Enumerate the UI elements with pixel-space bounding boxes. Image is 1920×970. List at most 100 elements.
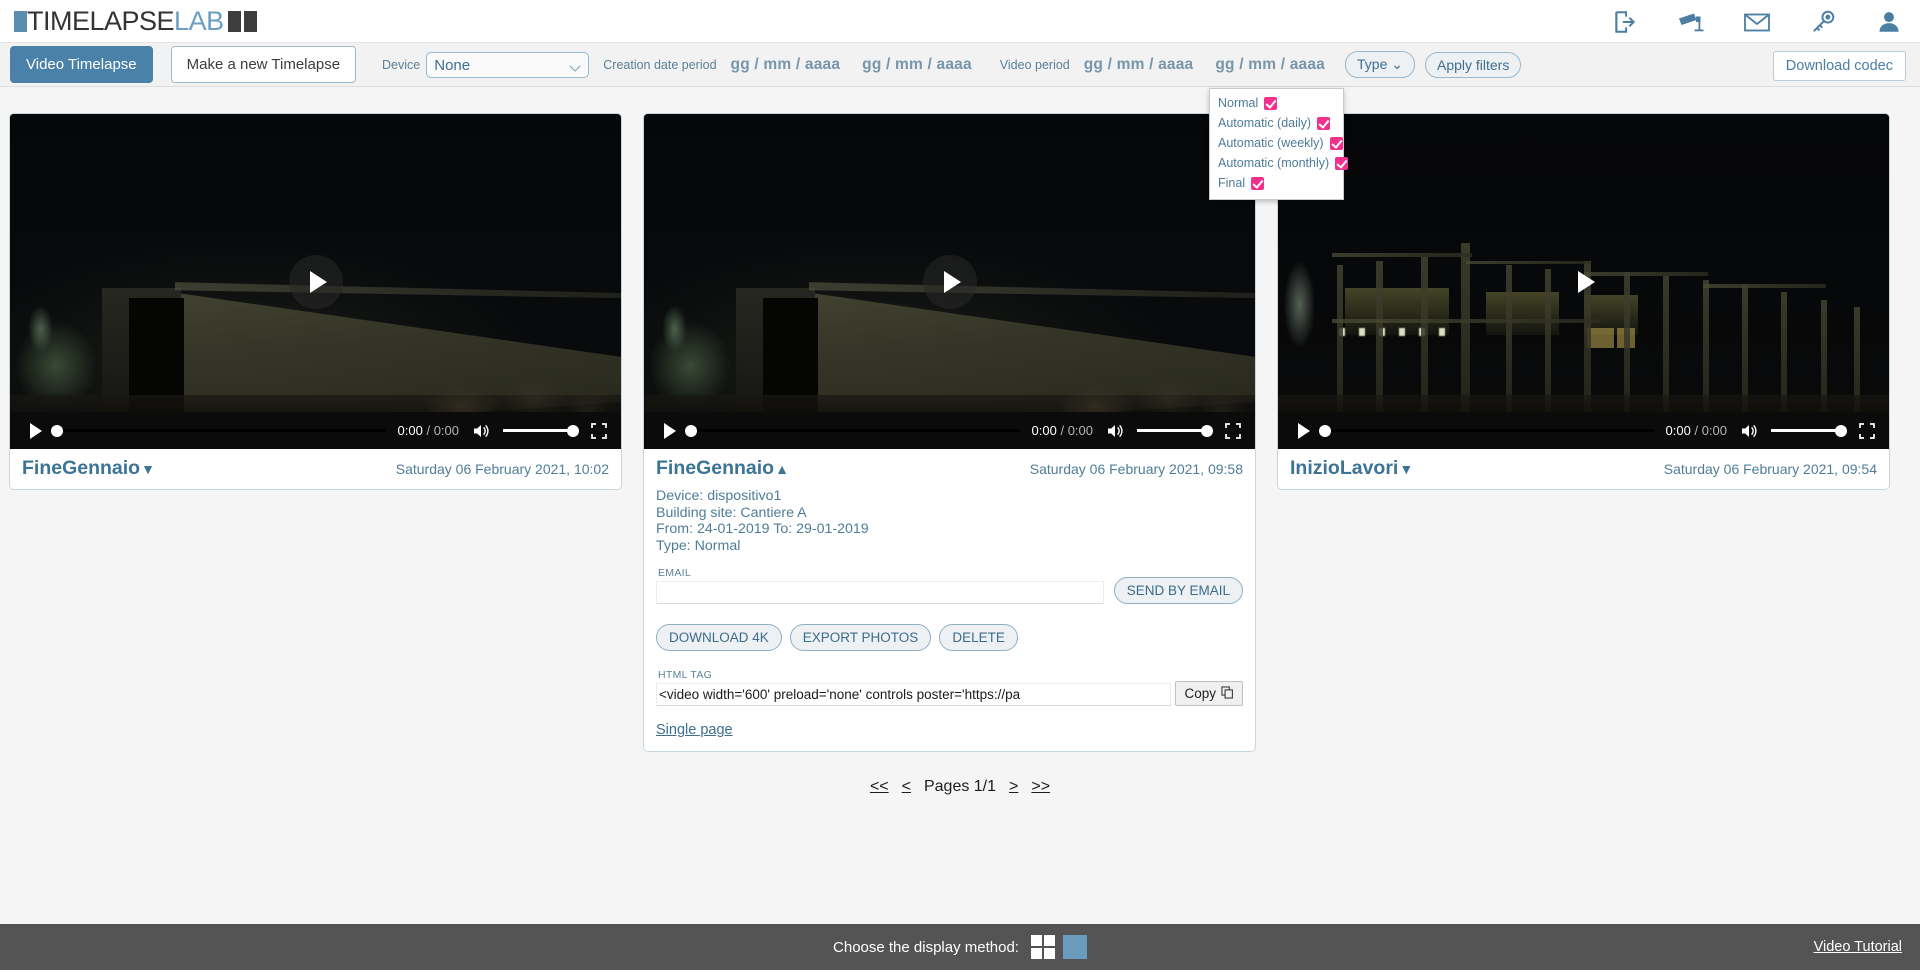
html-tag-legend: HTML TAG: [658, 669, 713, 681]
creation-date-label: Creation date period: [603, 57, 717, 72]
seek-slider[interactable]: [1319, 424, 1654, 437]
footer-bar: Choose the display method: Video Tutoria…: [0, 924, 1920, 970]
seek-slider[interactable]: [685, 424, 1020, 437]
logo-text-dark: TIMELAPSE: [27, 5, 175, 36]
apply-filters-button[interactable]: Apply filters: [1424, 51, 1522, 78]
volume-slider[interactable]: [1137, 424, 1213, 437]
creation-date-to[interactable]: gg / mm / aaaa: [862, 56, 972, 74]
card-title[interactable]: InizioLavori ▼: [1290, 457, 1413, 480]
fullscreen-icon[interactable]: [1859, 422, 1875, 439]
email-input[interactable]: [656, 581, 1104, 604]
collapse-arrow-icon[interactable]: ▲: [775, 461, 789, 477]
type-option-normal[interactable]: Normal: [1210, 93, 1343, 113]
timelapse-card: 0:00 / 0:00 InizioLavori ▼ Saturday 06 F…: [1277, 113, 1890, 490]
email-row: EMAIL SEND BY EMAIL: [656, 567, 1243, 604]
type-filter-label: Type: [1357, 56, 1388, 72]
type-option-label: Automatic (monthly): [1218, 156, 1330, 170]
type-option-automatic-weekly[interactable]: Automatic (weekly): [1210, 133, 1343, 153]
html-tag-field-wrapper: HTML TAG: [656, 669, 1172, 706]
send-by-email-button[interactable]: SEND BY EMAIL: [1113, 577, 1243, 604]
copy-button[interactable]: Copy: [1175, 681, 1243, 706]
type-option-label: Normal: [1218, 96, 1259, 110]
duration: 0:00: [1067, 423, 1093, 438]
video-period-from[interactable]: gg / mm / aaaa: [1084, 56, 1194, 74]
user-icon[interactable]: [1874, 7, 1904, 37]
app-header: TIMELAPSE LAB: [0, 0, 1920, 43]
email-field-wrapper: EMAIL: [656, 567, 1104, 604]
device-select-wrapper: None: [426, 51, 590, 78]
type-option-automatic-monthly[interactable]: Automatic (monthly): [1210, 153, 1349, 173]
seek-handle: [51, 424, 63, 437]
device-select[interactable]: None: [426, 51, 590, 78]
play-button-overlay[interactable]: [288, 254, 343, 309]
play-button-overlay[interactable]: [922, 254, 977, 309]
card-details-panel: Device: dispositivo1 Building site: Cant…: [644, 487, 1255, 751]
filter-toolbar: Video Timelapse Make a new Timelapse Dev…: [0, 43, 1920, 87]
volume-icon[interactable]: [1741, 423, 1759, 439]
type-option-final[interactable]: Final: [1210, 173, 1343, 193]
volume-slider[interactable]: [1771, 424, 1847, 437]
export-photos-button[interactable]: EXPORT PHOTOS: [789, 624, 932, 651]
tab-make-new-timelapse[interactable]: Make a new Timelapse: [170, 46, 357, 83]
mail-icon[interactable]: [1742, 7, 1772, 37]
checkbox-icon[interactable]: [1335, 156, 1349, 170]
expand-arrow-icon[interactable]: ▼: [1399, 461, 1413, 477]
single-page-link[interactable]: Single page: [656, 722, 733, 738]
app-logo: TIMELAPSE LAB: [14, 6, 257, 37]
play-icon: [1577, 270, 1595, 293]
video-tutorial-link[interactable]: Video Tutorial: [1814, 939, 1902, 955]
checkbox-icon[interactable]: [1317, 116, 1331, 130]
play-pause-button[interactable]: [664, 422, 676, 439]
time-display: 0:00 / 0:00: [398, 423, 460, 438]
card-title-row[interactable]: FineGennaio ▼ Saturday 06 February 2021,…: [10, 449, 621, 489]
card-date: Saturday 06 February 2021, 10:02: [395, 460, 609, 477]
logout-icon[interactable]: [1610, 7, 1640, 37]
download-codec-button[interactable]: Download codec: [1772, 51, 1906, 81]
expand-arrow-icon[interactable]: ▼: [141, 461, 155, 477]
card-title[interactable]: FineGennaio ▲: [656, 457, 789, 480]
download-4k-button[interactable]: DOWNLOAD 4K: [656, 624, 782, 651]
pagination: << < Pages 1/1 > >>: [0, 778, 1920, 796]
display-single-view-button[interactable]: [1062, 935, 1087, 959]
checkbox-icon[interactable]: [1264, 96, 1278, 110]
html-tag-input[interactable]: [656, 683, 1172, 706]
pagination-prev[interactable]: <: [902, 778, 911, 796]
video-player[interactable]: 0:00 / 0:00: [644, 114, 1255, 449]
volume-icon[interactable]: [473, 423, 491, 439]
card-title-row[interactable]: InizioLavori ▼ Saturday 06 February 2021…: [1278, 449, 1889, 489]
header-icon-group: [1610, 0, 1904, 43]
fullscreen-icon[interactable]: [591, 422, 607, 439]
time-separator: /: [1060, 423, 1065, 438]
play-pause-button[interactable]: [30, 422, 42, 439]
video-player[interactable]: 0:00 / 0:00: [1278, 114, 1889, 449]
current-time: 0:00: [1031, 423, 1057, 438]
checkbox-icon[interactable]: [1251, 176, 1265, 190]
display-grid-view-button[interactable]: [1030, 935, 1055, 959]
detail-type: Type: Normal: [656, 537, 741, 554]
tab-video-timelapse[interactable]: Video Timelapse: [10, 46, 153, 83]
card-title-row[interactable]: FineGennaio ▲ Saturday 06 February 2021,…: [644, 449, 1255, 489]
video-period-to[interactable]: gg / mm / aaaa: [1215, 56, 1325, 74]
pagination-first[interactable]: <<: [870, 778, 889, 796]
key-icon[interactable]: [1808, 7, 1838, 37]
checkbox-icon[interactable]: [1329, 136, 1343, 150]
seek-slider[interactable]: [51, 424, 386, 437]
card-title-text: FineGennaio: [22, 457, 141, 479]
pagination-last[interactable]: >>: [1031, 778, 1050, 796]
play-pause-button[interactable]: [1298, 422, 1310, 439]
volume-icon[interactable]: [1107, 423, 1125, 439]
type-option-automatic-daily[interactable]: Automatic (daily): [1210, 113, 1343, 133]
card-title[interactable]: FineGennaio ▼: [22, 457, 155, 480]
volume-slider[interactable]: [503, 424, 579, 437]
current-time: 0:00: [397, 423, 423, 438]
type-dropdown-menu[interactable]: Normal Automatic (daily) Automatic (week…: [1209, 88, 1349, 200]
fullscreen-icon[interactable]: [1225, 422, 1241, 439]
camera-icon[interactable]: [1676, 7, 1706, 37]
delete-button[interactable]: DELETE: [939, 624, 1018, 651]
play-button-overlay[interactable]: [1557, 255, 1611, 309]
video-player[interactable]: 0:00 / 0:00: [10, 114, 621, 449]
type-filter-button[interactable]: Type ⌄: [1345, 51, 1415, 78]
pagination-next[interactable]: >: [1009, 778, 1018, 796]
creation-date-from[interactable]: gg / mm / aaaa: [731, 56, 841, 74]
chevron-down-icon: ⌄: [1391, 56, 1403, 72]
